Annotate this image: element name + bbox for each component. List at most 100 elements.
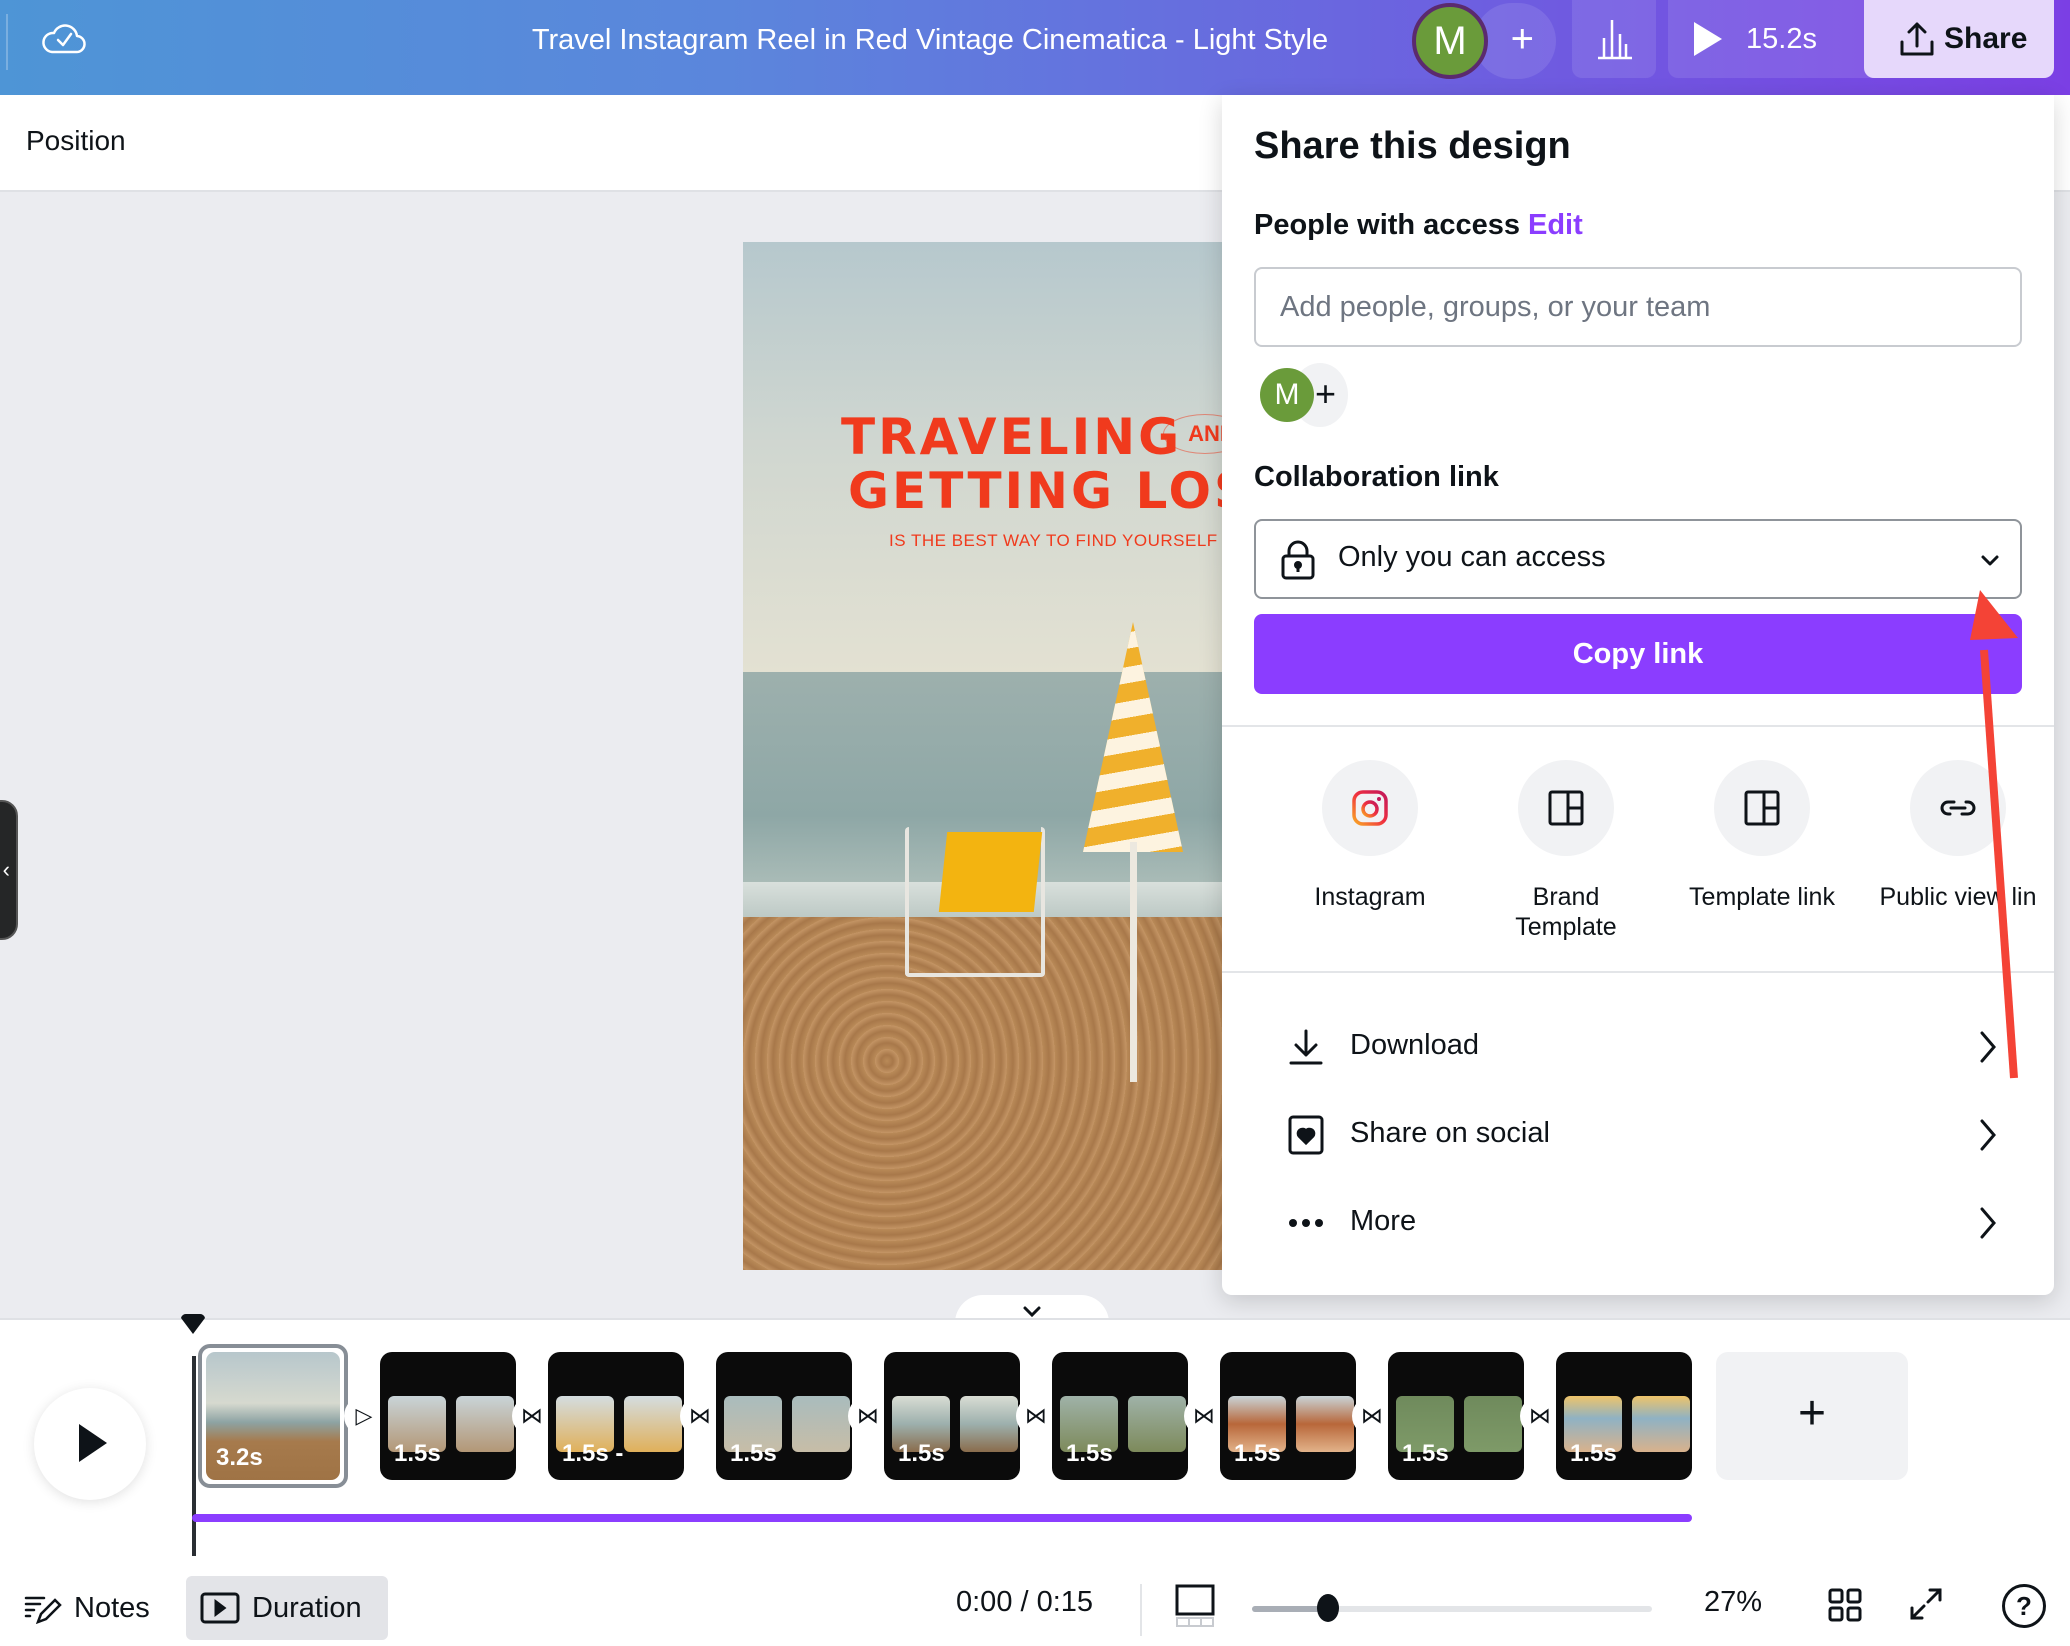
grid-view-icon[interactable] [1828, 1588, 1862, 1622]
member-avatar[interactable]: M [1260, 368, 1314, 422]
help-button[interactable]: ? [2002, 1584, 2046, 1628]
duration-play-icon [200, 1592, 240, 1624]
option-circle [1910, 760, 2006, 856]
share-option-label: Public view lin [1879, 883, 2037, 911]
cloud-check-icon[interactable] [40, 18, 88, 58]
people-with-access-label: People with access [1254, 209, 1520, 241]
clip-duration: 1.5s [1402, 1440, 1449, 1467]
clip-thumbnail [1464, 1396, 1522, 1452]
chevron-down-icon [1981, 555, 1999, 566]
download-row[interactable]: Download [1254, 1007, 2024, 1087]
duration-button[interactable]: Duration [186, 1576, 388, 1640]
timeline-play-button[interactable] [34, 1388, 146, 1500]
side-panel-toggle[interactable]: ‹ [0, 800, 18, 940]
transition-slide-icon[interactable]: ▷ [344, 1396, 384, 1436]
umbrella-pole [1130, 842, 1137, 1082]
transition-bowtie-icon[interactable]: ⋈ [1520, 1396, 1560, 1436]
headline-line-2[interactable]: GETTING LOST [848, 462, 1223, 520]
zoom-slider-knob[interactable] [1317, 1594, 1339, 1622]
share-option-label: Instagram [1314, 883, 1426, 911]
clip-thumbnail [624, 1396, 682, 1452]
clip-duration: 1.5s [394, 1440, 441, 1467]
clip-duration: 1.5s [898, 1440, 945, 1467]
design-canvas[interactable]: TRAVELING AND GETTING LOST IS THE BEST W… [743, 242, 1223, 1270]
instagram-icon [1352, 790, 1388, 826]
notes-button[interactable]: Notes [24, 1580, 150, 1636]
share-option-public-view-link[interactable]: Public view lin [1858, 760, 2058, 912]
subheadline[interactable]: IS THE BEST WAY TO FIND YOURSELF [889, 531, 1218, 551]
insights-button[interactable] [1572, 0, 1656, 78]
position-button[interactable]: Position [26, 125, 126, 157]
share-option-label: Brand Template [1515, 883, 1617, 941]
beach-chair-image [938, 832, 1043, 912]
timeline-clip[interactable]: 3.2s [198, 1344, 348, 1488]
edit-access-link[interactable]: Edit [1528, 209, 1583, 242]
playhead-handle[interactable] [180, 1314, 206, 1334]
timeline-clip[interactable]: 1.5s [1052, 1352, 1188, 1480]
top-bar: Travel Instagram Reel in Red Vintage Cin… [0, 0, 2070, 95]
transition-bowtie-icon[interactable]: ⋈ [1352, 1396, 1392, 1436]
clip-thumbnail [792, 1396, 850, 1452]
timeline-clip[interactable]: 1.5s [1220, 1352, 1356, 1480]
notes-label: Notes [74, 1592, 150, 1624]
timeline-clip[interactable]: 1.5s [884, 1352, 1020, 1480]
user-avatar[interactable]: M [1412, 3, 1488, 79]
share-on-social-row[interactable]: Share on social [1254, 1095, 2024, 1175]
fullscreen-icon[interactable] [1908, 1586, 1944, 1622]
add-page-button[interactable]: + [1716, 1352, 1908, 1480]
template-layout-icon [1744, 790, 1780, 826]
chevron-right-icon [1980, 1119, 1996, 1151]
time-readout: 0:00 / 0:15 [956, 1586, 1094, 1618]
present-duration: 15.2s [1746, 23, 1817, 55]
share-button[interactable]: Share [1864, 0, 2054, 78]
playhead-line[interactable] [192, 1356, 196, 1556]
divider [1222, 971, 2054, 973]
chevron-right-icon [1980, 1207, 1996, 1239]
share-panel: Share this design People with access Edi… [1222, 95, 2054, 1295]
timeline-clip[interactable]: 1.5s [1556, 1352, 1692, 1480]
access-level-select[interactable]: Only you can access [1254, 519, 2022, 599]
timeline-clip[interactable]: 1.5s [1388, 1352, 1524, 1480]
timeline-clip[interactable]: 1.5s - [548, 1352, 684, 1480]
more-row[interactable]: More [1254, 1183, 2024, 1263]
clip-thumbnail [1632, 1396, 1690, 1452]
more-dots-icon [1289, 1219, 1323, 1227]
headline-line-1[interactable]: TRAVELING [841, 408, 1182, 466]
share-option-template-link[interactable]: Template link [1662, 760, 1862, 912]
heart-card-icon [1288, 1115, 1324, 1155]
transition-bowtie-icon[interactable]: ⋈ [512, 1396, 552, 1436]
clip-thumbnail [456, 1396, 514, 1452]
template-layout-icon [1548, 790, 1584, 826]
transition-bowtie-icon[interactable]: ⋈ [680, 1396, 720, 1436]
chevron-right-icon [1980, 1031, 1996, 1063]
download-label: Download [1350, 1029, 1479, 1061]
download-icon [1289, 1029, 1323, 1065]
zoom-slider[interactable] [1252, 1594, 1652, 1622]
access-level-value: Only you can access [1338, 541, 1606, 573]
transition-bowtie-icon[interactable]: ⋈ [1184, 1396, 1224, 1436]
clip-duration: 1.5s - [562, 1440, 624, 1467]
timeline-progress-bar[interactable] [192, 1514, 1692, 1522]
clip-duration: 1.5s [1570, 1440, 1617, 1467]
lock-icon [1281, 540, 1315, 580]
play-icon [79, 1424, 107, 1462]
option-circle [1714, 760, 1810, 856]
link-icon [1940, 800, 1976, 816]
page-view-icon[interactable] [1175, 1584, 1215, 1628]
zoom-percent[interactable]: 27% [1704, 1586, 1762, 1619]
upload-icon [1900, 22, 1934, 56]
transition-bowtie-icon[interactable]: ⋈ [1016, 1396, 1056, 1436]
copy-link-button[interactable]: Copy link [1254, 614, 2022, 694]
bottom-bar: Notes Duration 0:00 / 0:15 27% ? [0, 1570, 2070, 1646]
share-option-brand-template[interactable]: Brand Template [1466, 760, 1666, 942]
clip-duration: 3.2s [216, 1444, 263, 1471]
share-option-instagram[interactable]: Instagram [1270, 760, 1470, 912]
add-people-input[interactable] [1254, 267, 2022, 347]
clip-duration: 1.5s [730, 1440, 777, 1467]
duration-label: Duration [252, 1592, 362, 1624]
timeline-clip[interactable]: 1.5s [716, 1352, 852, 1480]
timeline-clip[interactable]: 1.5s [380, 1352, 516, 1480]
panel-title: Share this design [1254, 125, 1571, 167]
transition-bowtie-icon[interactable]: ⋈ [848, 1396, 888, 1436]
document-title[interactable]: Travel Instagram Reel in Red Vintage Cin… [480, 20, 1380, 60]
